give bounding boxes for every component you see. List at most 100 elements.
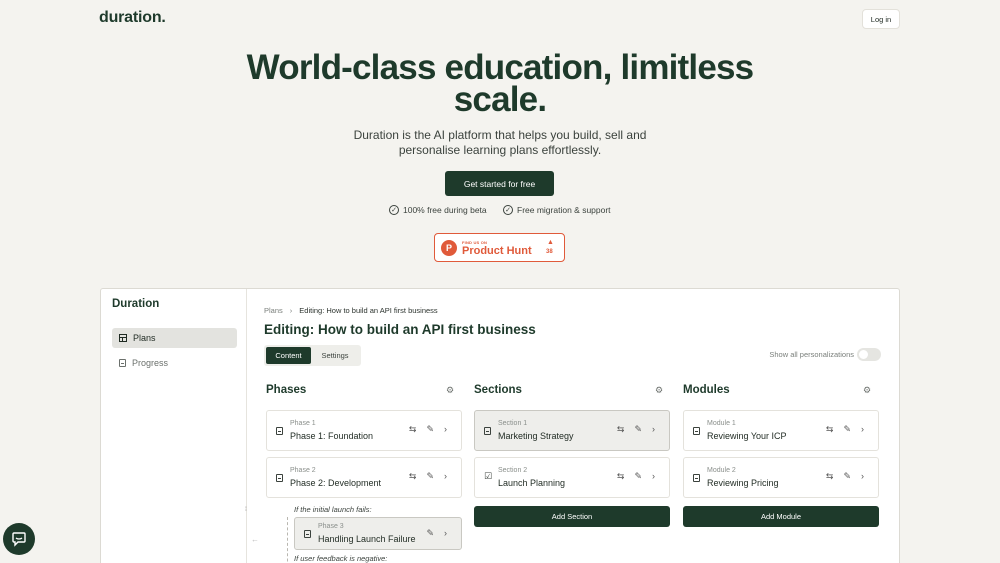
card-actions: ⇆ ✎ › (617, 471, 655, 482)
sidebar-item-plans[interactable]: Plans (112, 328, 237, 348)
upvote-arrow-icon: ▲ (547, 239, 554, 246)
edit-icon[interactable]: ✎ (426, 528, 434, 539)
personalizations-label: Show all personalizations (769, 350, 854, 359)
add-module-button[interactable]: Add Module (683, 506, 879, 527)
document-icon (304, 530, 311, 538)
main-content: Plans › Editing: How to build an API fir… (247, 289, 899, 563)
card-kicker: Module 1 (707, 420, 736, 427)
login-button[interactable]: Log in (862, 9, 900, 29)
tab-bar: Content Settings (264, 345, 361, 366)
card-kicker: Section 2 (498, 467, 528, 474)
product-hunt-logo-icon: P (441, 240, 457, 256)
card-kicker: Phase 3 (318, 523, 344, 530)
sidebar-item-label: Progress (132, 358, 169, 368)
document-icon (276, 427, 283, 435)
phase-card[interactable]: Phase 1 Phase 1: Foundation ⇆ ✎ › (266, 410, 462, 451)
phase-card[interactable]: Phase 2 Phase 2: Development ⇆ ✎ › (266, 457, 462, 498)
app-preview: Duration Plans Progress ⁞ Plans › Editin… (100, 288, 900, 563)
card-title: Handling Launch Failure (318, 534, 416, 544)
tab-content[interactable]: Content (266, 347, 311, 364)
sidebar: Duration Plans Progress ⁞ (101, 289, 247, 563)
personalizations-toggle[interactable] (857, 348, 881, 361)
edit-icon[interactable]: ✎ (426, 471, 434, 482)
personalize-icon[interactable]: ⇆ (826, 424, 834, 435)
personalize-icon[interactable]: ⇆ (617, 471, 625, 482)
breadcrumb-root[interactable]: Plans (264, 306, 283, 315)
personalize-icon[interactable]: ⇆ (409, 424, 417, 435)
get-started-button[interactable]: Get started for free (445, 171, 554, 196)
branch-condition: If the initial launch fails: (294, 505, 372, 514)
card-kicker: Phase 1 (290, 420, 316, 427)
card-actions: ⇆ ✎ › (409, 471, 447, 482)
page-title: Editing: How to build an API first busin… (264, 322, 536, 337)
feature-label: 100% free during beta (403, 205, 487, 215)
card-actions: ⇆ ✎ › (826, 471, 864, 482)
branch-phase-card[interactable]: Phase 3 Handling Launch Failure ✎ › (294, 517, 462, 550)
module-card[interactable]: Module 2 Reviewing Pricing ⇆ ✎ › (683, 457, 879, 498)
chevron-right-icon[interactable]: › (861, 424, 864, 435)
document-icon (119, 359, 126, 367)
document-icon (484, 427, 491, 435)
sidebar-item-label: Plans (133, 333, 156, 343)
card-title: Marketing Strategy (498, 431, 574, 441)
card-actions: ✎ › (426, 528, 447, 539)
sidebar-item-progress[interactable]: Progress (112, 353, 237, 373)
breadcrumb-current: Editing: How to build an API first busin… (299, 306, 438, 315)
modules-heading: Modules (683, 384, 730, 396)
breadcrumb-separator-icon: › (289, 306, 293, 315)
edit-icon[interactable]: ✎ (426, 424, 434, 435)
edit-icon[interactable]: ✎ (843, 424, 851, 435)
chevron-right-icon[interactable]: › (652, 471, 655, 482)
check-circle-icon: ✓ (389, 205, 399, 215)
chevron-right-icon[interactable]: › (652, 424, 655, 435)
card-kicker: Phase 2 (290, 467, 316, 474)
upvote-count: 38 (546, 249, 553, 255)
product-hunt-badge[interactable]: P FIND US ON Product Hunt ▲ 38 (434, 233, 565, 262)
personalize-icon[interactable]: ⇆ (617, 424, 625, 435)
checkbox-icon: ☑ (484, 471, 493, 481)
edit-icon[interactable]: ✎ (634, 424, 642, 435)
module-card[interactable]: Module 1 Reviewing Your ICP ⇆ ✎ › (683, 410, 879, 451)
check-circle-icon: ✓ (503, 205, 513, 215)
breadcrumb: Plans › Editing: How to build an API fir… (264, 306, 438, 315)
grid-icon (119, 334, 127, 342)
feature-free-beta: ✓ 100% free during beta (389, 205, 487, 215)
branch-condition: If user feedback is negative: (294, 554, 388, 563)
chevron-right-icon[interactable]: › (861, 471, 864, 482)
chat-widget-button[interactable] (3, 523, 35, 555)
card-actions: ⇆ ✎ › (409, 424, 447, 435)
personalize-icon[interactable]: ⇆ (409, 471, 417, 482)
card-kicker: Section 1 (498, 420, 528, 427)
gear-icon[interactable]: ⚙ (655, 385, 663, 396)
add-section-button[interactable]: Add Section (474, 506, 670, 527)
brand-logo[interactable]: duration. (99, 9, 166, 27)
card-actions: ⇆ ✎ › (617, 424, 655, 435)
document-icon (276, 474, 283, 482)
feature-free-migration: ✓ Free migration & support (503, 205, 611, 215)
card-title: Phase 1: Foundation (290, 431, 374, 441)
edit-icon[interactable]: ✎ (634, 471, 642, 482)
arrow-left-icon: ← (251, 535, 259, 544)
chevron-right-icon[interactable]: › (444, 424, 447, 435)
card-title: Phase 2: Development (290, 478, 382, 488)
section-card[interactable]: ☑ Section 2 Launch Planning ⇆ ✎ › (474, 457, 670, 498)
hero-title: World-class education, limitless scale. (246, 48, 754, 119)
feature-label: Free migration & support (517, 205, 611, 215)
edit-icon[interactable]: ✎ (843, 471, 851, 482)
hero-subtitle: Duration is the AI platform that helps y… (353, 128, 647, 157)
document-icon (693, 427, 700, 435)
chevron-right-icon[interactable]: › (444, 528, 447, 539)
card-title: Reviewing Pricing (707, 478, 779, 488)
tab-settings[interactable]: Settings (311, 347, 359, 364)
gear-icon[interactable]: ⚙ (446, 385, 454, 396)
gear-icon[interactable]: ⚙ (863, 385, 871, 396)
sidebar-title: Duration (112, 298, 160, 310)
card-actions: ⇆ ✎ › (826, 424, 864, 435)
chat-bubble-icon (12, 532, 26, 547)
section-card[interactable]: Section 1 Marketing Strategy ⇆ ✎ › (474, 410, 670, 451)
personalize-icon[interactable]: ⇆ (826, 471, 834, 482)
card-title: Launch Planning (498, 478, 566, 488)
chevron-right-icon[interactable]: › (444, 471, 447, 482)
document-icon (693, 474, 700, 482)
product-hunt-name: Product Hunt (462, 245, 532, 257)
